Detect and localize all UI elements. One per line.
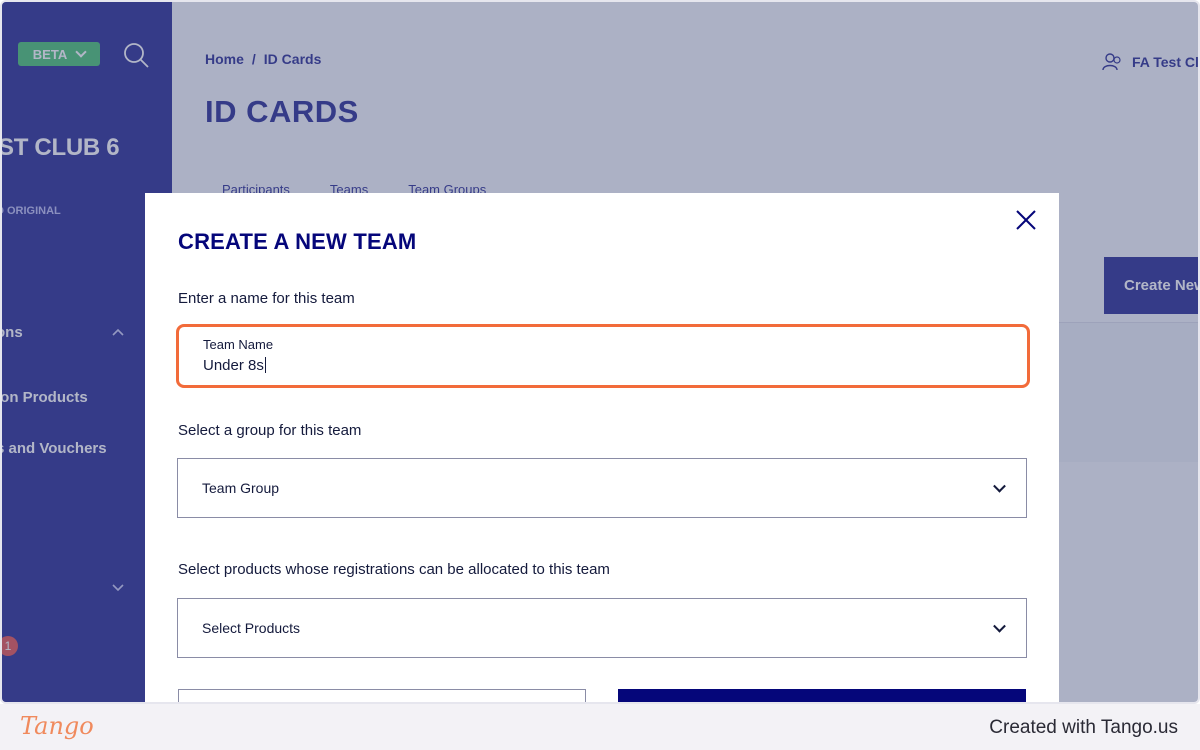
team-name-value-wrap: Under 8s bbox=[203, 357, 266, 374]
close-icon[interactable] bbox=[1013, 207, 1039, 233]
team-name-input[interactable]: Team Name Under 8s bbox=[176, 324, 1030, 388]
text-cursor bbox=[264, 357, 266, 373]
team-group-select-value: Team Group bbox=[202, 480, 280, 496]
submit-button[interactable] bbox=[618, 689, 1026, 702]
products-prompt: Select products whose registrations can … bbox=[178, 561, 610, 578]
chevron-down-icon bbox=[993, 619, 1006, 633]
cancel-button[interactable] bbox=[178, 689, 586, 702]
products-select-value: Select Products bbox=[202, 620, 301, 636]
modal-title: CREATE A NEW TEAM bbox=[178, 229, 417, 254]
products-select[interactable]: Select Products bbox=[177, 598, 1027, 658]
name-prompt: Enter a name for this team bbox=[178, 290, 355, 307]
create-team-modal: CREATE A NEW TEAM Enter a name for this … bbox=[145, 193, 1059, 702]
tango-footer: Tango Created with Tango.us bbox=[0, 704, 1200, 750]
group-prompt: Select a group for this team bbox=[178, 422, 362, 439]
footer-credit: Created with Tango.us bbox=[989, 717, 1178, 738]
team-name-value: Under 8s bbox=[203, 357, 264, 374]
app-window: BETA ST CLUB 6 D ORIGINAL ons ion Produc… bbox=[0, 0, 1200, 704]
team-group-select[interactable]: Team Group bbox=[177, 458, 1027, 518]
tango-logo: Tango bbox=[20, 712, 94, 740]
team-name-label: Team Name bbox=[203, 337, 274, 352]
chevron-down-icon bbox=[993, 479, 1006, 493]
